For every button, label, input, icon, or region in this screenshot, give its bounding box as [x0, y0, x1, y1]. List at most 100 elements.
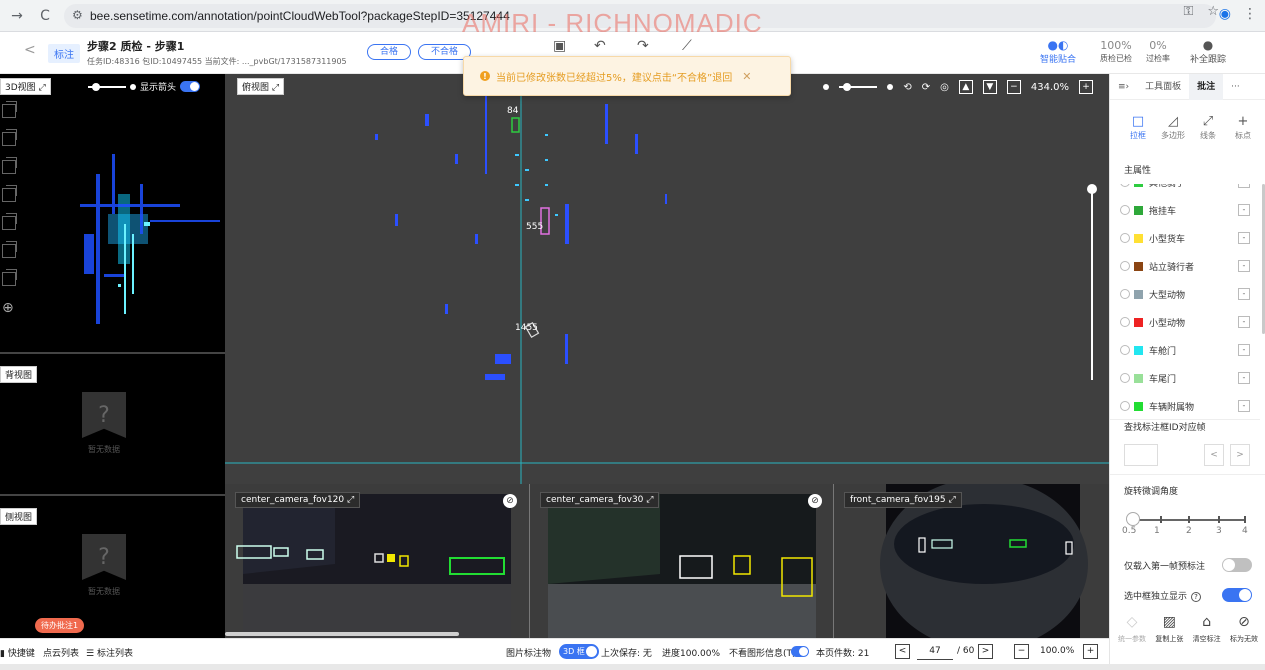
attribute-item[interactable]: 其他骑手 - [1110, 184, 1260, 196]
tool-point[interactable]: + 标点 [1227, 114, 1259, 141]
tab-tool-panel[interactable]: 工具面板 [1137, 74, 1189, 100]
forward-icon[interactable]: → [6, 5, 28, 27]
attribute-radio[interactable] [1120, 401, 1130, 411]
attribute-collapse-button[interactable]: - [1238, 204, 1250, 216]
tool-line[interactable]: ⤢ 线条 [1192, 114, 1224, 141]
height-slider[interactable] [1087, 184, 1097, 380]
point-size-slider[interactable] [839, 83, 878, 91]
view-3d[interactable]: 3D视图 ⤢ 显示箭头 ⊕ [0, 74, 225, 354]
ai-fit-button[interactable]: ●◐ 智能贴合 [1040, 38, 1076, 65]
find-id-input[interactable] [1124, 444, 1158, 466]
bookmark-star-icon[interactable]: ☆ [1207, 4, 1219, 19]
shortcut-button[interactable]: ▮ 快捷键 [0, 646, 35, 659]
toast-close-icon[interactable]: ✕ [742, 70, 751, 83]
attribute-radio[interactable] [1120, 373, 1130, 383]
top-view[interactable]: 555 1455 84 俯视图 ⤢ ⟲ ⟳ ◎ ▲ ▼ − 434.0% + [225, 74, 1109, 484]
attribute-radio[interactable] [1120, 184, 1130, 187]
menu-dots-icon[interactable]: ⋮ [1243, 6, 1257, 22]
rotation-slider[interactable] [1126, 512, 1246, 526]
point-cloud-list-button[interactable]: 点云列表 [43, 646, 79, 659]
page-input[interactable]: 47 [917, 643, 953, 660]
collapse-down-icon[interactable]: ▼ [982, 80, 997, 94]
no-data-text: 暂无数据 [88, 587, 120, 596]
expand-panel-icon[interactable]: ≡› [1110, 74, 1137, 100]
attribute-radio[interactable] [1120, 289, 1130, 299]
label-list-button[interactable]: ☰ 标注列表 [86, 646, 133, 659]
attribute-item[interactable]: 车辆附属物 - [1110, 392, 1260, 419]
tool-polygon[interactable]: ◿ 多边形 [1157, 114, 1189, 141]
trace-button[interactable]: ● 补全跟踪 [1190, 38, 1226, 65]
line-icon: ⤢ [1202, 114, 1214, 129]
help-icon[interactable]: ? [1191, 591, 1202, 602]
back-chevron-icon[interactable]: < [24, 42, 36, 58]
attribute-item[interactable]: 小型货车 - [1110, 224, 1260, 252]
save-icon[interactable]: ▣ [553, 38, 566, 54]
isolate-switch[interactable] [1222, 588, 1252, 602]
attribute-collapse-button[interactable]: - [1238, 316, 1250, 328]
camera-panel[interactable]: front_camera_fov195 ⤢ [834, 484, 1109, 638]
3d-box-toggle[interactable]: 3D 框 [559, 644, 599, 659]
attribute-radio[interactable] [1120, 261, 1130, 271]
attribute-collapse-button[interactable]: - [1238, 184, 1250, 188]
attribute-collapse-button[interactable]: - [1238, 260, 1250, 272]
undo-icon[interactable]: ↶ [594, 38, 606, 54]
rotation-knob[interactable] [1126, 512, 1140, 526]
rotate-360-icon[interactable]: ◎ [940, 82, 949, 93]
attribute-radio[interactable] [1120, 317, 1130, 327]
attribute-item[interactable]: 车尾门 - [1110, 364, 1260, 392]
attribute-item[interactable]: 大型动物 - [1110, 280, 1260, 308]
action-label: 复制上张 [1155, 635, 1184, 643]
tool-label: 线条 [1200, 131, 1216, 140]
pass-button[interactable]: 合格 [367, 44, 412, 60]
attribute-radio[interactable] [1120, 233, 1130, 243]
ruler-icon[interactable]: ⟋ [682, 38, 692, 54]
more-icon[interactable]: ··· [1223, 74, 1248, 100]
hide-graphic-switch[interactable] [791, 646, 809, 657]
attribute-radio[interactable] [1120, 205, 1130, 215]
reload-icon[interactable]: C [34, 5, 56, 27]
site-info-icon[interactable]: ⚙ [72, 8, 83, 22]
attribute-item[interactable]: 拖挂车 - [1110, 196, 1260, 224]
side-view[interactable]: 侧视图 ? 暂无数据 [0, 498, 225, 638]
next-page-button[interactable]: > [978, 644, 993, 659]
prev-frame-button[interactable]: < [1204, 444, 1224, 466]
attribute-collapse-button[interactable]: - [1238, 288, 1250, 300]
clear-annotations-button[interactable]: ⌂ 清空标注 [1189, 614, 1225, 644]
image-zoom-out-button[interactable]: − [1014, 644, 1029, 659]
attribute-collapse-button[interactable]: - [1238, 344, 1250, 356]
attribute-item[interactable]: 小型动物 - [1110, 308, 1260, 336]
zoom-in-button[interactable]: + [1079, 80, 1093, 94]
address-bar[interactable]: ⚙ bee.sensetime.com/annotation/pointClou… [64, 4, 1216, 28]
eye-hidden-icon[interactable]: ⊘ [808, 494, 822, 508]
horizontal-scrollbar[interactable] [225, 632, 459, 636]
attribute-collapse-button[interactable]: - [1238, 400, 1250, 412]
tool-rectangle[interactable]: □ 拉框 [1122, 114, 1154, 141]
mark-invalid-button[interactable]: ⊘ 标为无效 [1226, 614, 1262, 644]
tab-annotations[interactable]: 批注 [1189, 73, 1224, 100]
prev-page-button[interactable]: < [895, 644, 910, 659]
redo-icon[interactable]: ↷ [637, 38, 649, 54]
zoom-out-button[interactable]: − [1006, 80, 1021, 94]
collapse-up-icon[interactable]: ▲ [958, 80, 973, 94]
attribute-collapse-button[interactable]: - [1238, 372, 1250, 384]
image-zoom-in-button[interactable]: + [1083, 644, 1098, 659]
camera-panel[interactable]: center_camera_fov30 ⤢ ⊘ [530, 484, 834, 638]
attribute-item[interactable]: 车舱门 - [1110, 336, 1260, 364]
copy-previous-button[interactable]: ▨ 复制上张 [1151, 614, 1187, 644]
eye-hidden-icon[interactable]: ⊘ [503, 494, 517, 508]
back-view[interactable]: 背视图 ? 暂无数据 [0, 356, 225, 496]
attribute-radio[interactable] [1120, 345, 1130, 355]
unify-params-button[interactable]: ◇ 统一参数 [1114, 614, 1150, 644]
todo-annotation-badge[interactable]: 待办批注1 [35, 618, 85, 633]
attribute-item[interactable]: 站立骑行者 - [1110, 252, 1260, 280]
camera-label: center_camera_fov120 ⤢ [235, 492, 361, 508]
profile-icon[interactable]: ◉ [1219, 6, 1231, 22]
attribute-collapse-button[interactable]: - [1238, 232, 1250, 244]
password-key-icon[interactable]: ⚿ [1183, 4, 1193, 19]
rotate-right-icon[interactable]: ⟳ [922, 82, 930, 93]
next-frame-button[interactable]: > [1230, 444, 1250, 466]
first-frame-label: 仅载入第一帧预标注 [1124, 561, 1206, 572]
first-frame-switch[interactable] [1222, 558, 1252, 572]
camera-panel[interactable]: center_camera_fov120 ⤢ ⊘ [225, 484, 530, 638]
rotate-left-icon[interactable]: ⟲ [903, 82, 911, 93]
